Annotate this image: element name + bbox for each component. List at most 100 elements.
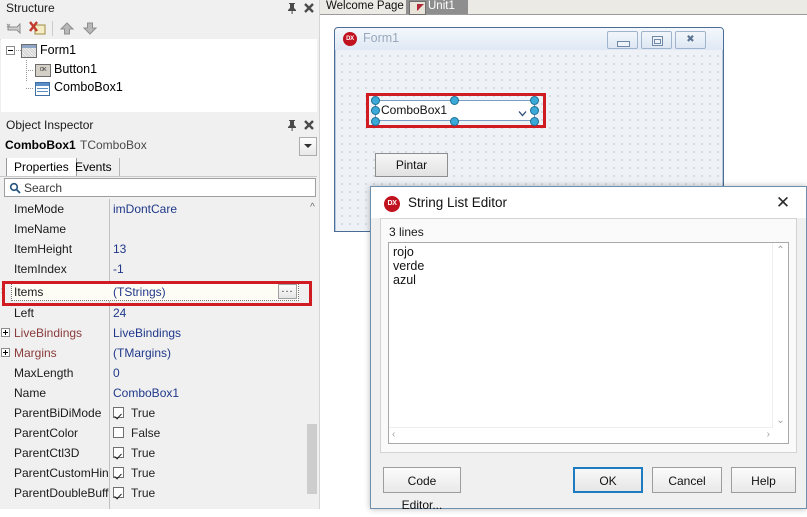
close-icon[interactable] xyxy=(303,119,315,131)
code-editor-button[interactable]: Code Editor... xyxy=(383,467,461,512)
property-row-parentctl3d[interactable]: ParentCtl3D True xyxy=(0,443,309,463)
scroll-right-icon[interactable]: › xyxy=(767,429,770,440)
close-button[interactable]: ✖ xyxy=(675,31,706,49)
help-button[interactable]: Help xyxy=(731,467,796,493)
resize-handle-sw[interactable] xyxy=(372,118,379,125)
property-row-margins[interactable]: Margins (TMargins) xyxy=(0,343,309,363)
design-combobox-text: ComboBox1 xyxy=(381,103,448,117)
collapse-icon[interactable] xyxy=(6,46,15,55)
checkbox[interactable] xyxy=(113,467,124,478)
list-item: azul xyxy=(393,273,416,287)
property-row-parentbidimode[interactable]: ParentBiDiMode True xyxy=(0,403,309,423)
move-down-icon[interactable] xyxy=(81,20,99,37)
property-value[interactable]: LiveBindings xyxy=(113,326,181,340)
error-icon[interactable] xyxy=(29,20,47,37)
tab-unit1-label: Unit1 xyxy=(428,0,455,12)
structure-toolbar xyxy=(0,17,320,40)
tab-unit1[interactable]: Unit1 xyxy=(406,0,468,15)
unit-file-icon xyxy=(409,1,426,15)
property-row-maxlength[interactable]: MaxLength 0 xyxy=(0,363,309,383)
structure-tree[interactable]: Form1 OK Button1 ComboBox1 xyxy=(1,39,318,112)
property-value[interactable]: (TStrings) xyxy=(113,285,166,299)
chevron-down-icon xyxy=(304,144,312,148)
property-name: ParentColor xyxy=(14,426,79,440)
dialog-title: String List Editor xyxy=(408,195,508,210)
maximize-button[interactable] xyxy=(641,31,672,49)
object-inspector-tabs: Properties Events xyxy=(0,157,320,177)
combobox-icon xyxy=(35,82,50,96)
expand-icon[interactable] xyxy=(1,328,10,337)
object-dropdown-button[interactable] xyxy=(299,137,317,156)
string-list-editor-dialog[interactable]: DX String List Editor ✕ 3 lines rojo ver… xyxy=(370,186,807,512)
pin-icon[interactable] xyxy=(286,119,298,131)
search-placeholder: Search xyxy=(24,181,63,195)
design-button-pintar[interactable]: Pintar xyxy=(375,153,448,177)
editor-tabstrip: Welcome Page Unit1 xyxy=(320,0,807,15)
remove-icon[interactable] xyxy=(6,20,24,37)
property-grid[interactable]: ImeMode imDontCare ImeName ItemHeight 13… xyxy=(0,199,320,509)
checkbox[interactable] xyxy=(113,427,124,438)
move-up-icon[interactable] xyxy=(58,20,76,37)
resize-handle-se[interactable] xyxy=(531,118,538,125)
property-name: ItemHeight xyxy=(14,242,73,256)
tab-properties[interactable]: Properties xyxy=(6,158,77,176)
cancel-button[interactable]: Cancel xyxy=(652,467,722,493)
close-icon[interactable] xyxy=(303,2,315,14)
property-name: ParentCustomHin xyxy=(14,466,109,480)
form-icon xyxy=(21,44,37,58)
expand-icon[interactable] xyxy=(1,348,10,357)
list-item: rojo xyxy=(393,245,414,259)
property-value[interactable]: (TMargins) xyxy=(113,346,171,360)
property-row-parentcustomhint[interactable]: ParentCustomHin True xyxy=(0,463,309,483)
strings-textarea[interactable]: rojo verde azul ⌃ ⌄ ‹ › xyxy=(388,242,789,444)
property-value[interactable]: 0 xyxy=(113,366,120,380)
resize-handle-n[interactable] xyxy=(451,97,458,104)
property-value[interactable]: ComboBox1 xyxy=(113,386,179,400)
property-value[interactable]: imDontCare xyxy=(113,202,177,216)
scroll-up-icon[interactable]: ⌃ xyxy=(773,245,788,256)
resize-handle-e[interactable] xyxy=(531,107,538,114)
tab-welcome-page[interactable]: Welcome Page xyxy=(326,0,404,14)
pin-icon[interactable] xyxy=(286,2,298,14)
property-row-name[interactable]: Name ComboBox1 xyxy=(0,383,309,403)
checkbox[interactable] xyxy=(113,487,124,498)
search-icon xyxy=(9,182,21,194)
horizontal-scrollbar[interactable]: ‹ › xyxy=(389,427,773,443)
property-row-items[interactable]: › ... Items (TStrings) xyxy=(0,282,309,302)
scroll-down-icon[interactable]: ⌄ xyxy=(773,415,788,426)
property-row-itemheight[interactable]: ItemHeight 13 xyxy=(0,239,309,259)
form-title: Form1 xyxy=(363,31,400,45)
checkbox[interactable] xyxy=(113,407,124,418)
selected-object-class: TComboBox xyxy=(80,138,147,152)
scroll-left-icon[interactable]: ‹ xyxy=(392,429,395,440)
property-row-imemode[interactable]: ImeMode imDontCare xyxy=(0,199,309,219)
resize-handle-ne[interactable] xyxy=(531,97,538,104)
property-row-livebindings[interactable]: LiveBindings LiveBindings xyxy=(0,323,309,343)
property-row-parentcolor[interactable]: ParentColor False xyxy=(0,423,309,443)
tree-node-label: ComboBox1 xyxy=(54,80,123,94)
property-value[interactable]: -1 xyxy=(113,262,124,276)
items-ellipsis-button[interactable]: ... xyxy=(278,284,297,299)
property-row-parentdoublebuffered[interactable]: ParentDoubleBuff True xyxy=(0,483,309,503)
minimize-button[interactable] xyxy=(607,31,638,49)
vertical-scrollbar[interactable]: ⌃ ⌄ xyxy=(772,243,788,428)
tree-node-label: Button1 xyxy=(54,62,98,76)
search-input[interactable]: Search xyxy=(4,178,316,197)
chevron-down-icon[interactable] xyxy=(518,107,527,117)
tab-events[interactable]: Events xyxy=(68,158,120,176)
property-row-itemindex[interactable]: ItemIndex -1 xyxy=(0,259,309,279)
resize-handle-w[interactable] xyxy=(372,107,379,114)
object-selector-row[interactable]: ComboBox1 TComboBox xyxy=(0,136,320,156)
property-name: ParentCtl3D xyxy=(14,446,80,460)
ok-button[interactable]: OK xyxy=(573,467,643,493)
property-row-imename[interactable]: ImeName xyxy=(0,219,309,239)
property-row-left[interactable]: Left 24 xyxy=(0,303,309,323)
resize-handle-s[interactable] xyxy=(451,118,458,125)
property-name: ImeMode xyxy=(14,202,65,216)
close-icon[interactable]: ✕ xyxy=(767,191,799,215)
app-icon: DX xyxy=(384,196,400,212)
property-value[interactable]: 24 xyxy=(113,306,126,320)
resize-handle-nw[interactable] xyxy=(372,97,379,104)
checkbox[interactable] xyxy=(113,447,124,458)
property-value[interactable]: 13 xyxy=(113,242,126,256)
